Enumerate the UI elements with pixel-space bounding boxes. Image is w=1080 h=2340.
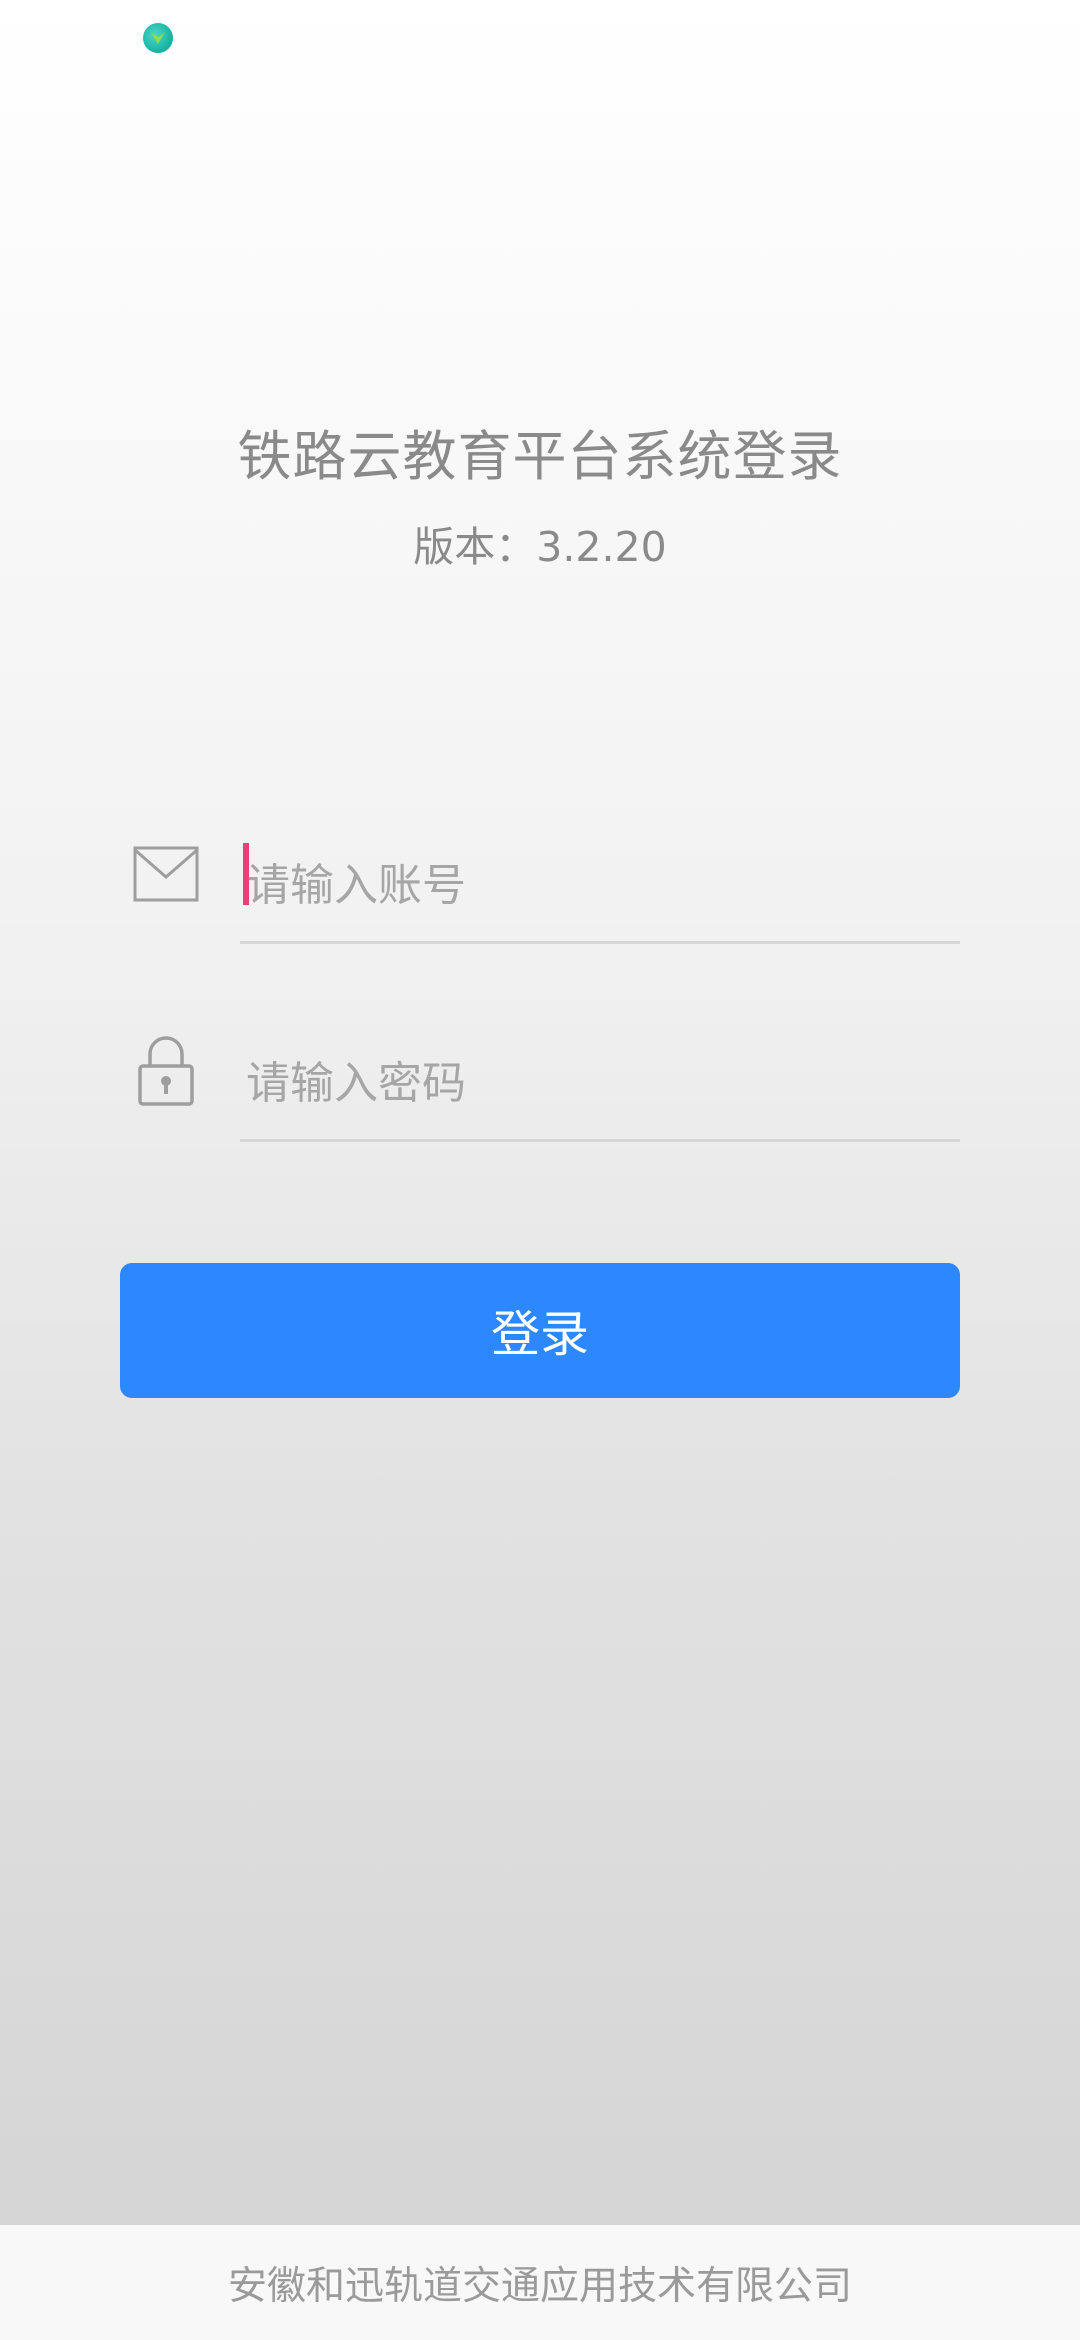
password-input[interactable]: [240, 1028, 960, 1142]
footer-company: 安徽和迅轨道交通应用技术有限公司: [0, 2225, 1080, 2340]
page-title: 铁路云教育平台系统登录: [237, 425, 843, 488]
mail-icon: [133, 846, 199, 902]
version-label: 版本：3.2.20: [413, 523, 667, 571]
lock-icon: [138, 1036, 194, 1106]
text-cursor: [243, 843, 249, 905]
app-notification-icon: [143, 23, 173, 53]
account-input[interactable]: [240, 830, 960, 944]
login-button[interactable]: 登录: [120, 1263, 960, 1398]
